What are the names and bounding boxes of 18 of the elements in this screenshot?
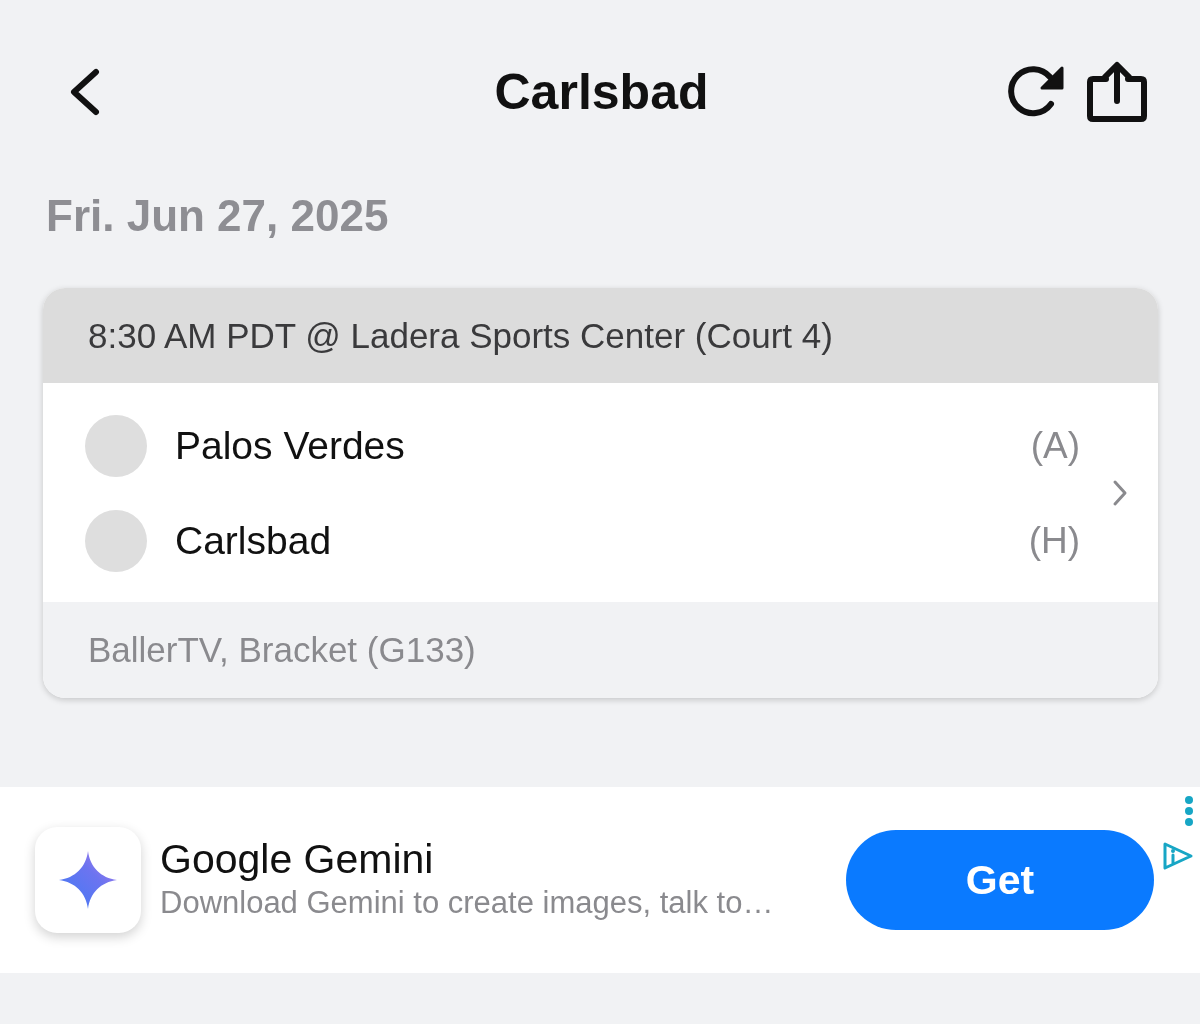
app-description: Download Gemini to create images, talk to…	[160, 884, 774, 921]
share-button[interactable]	[1086, 61, 1148, 123]
team-name: Palos Verdes	[175, 423, 406, 468]
date-heading: Fri. Jun 27, 2025	[46, 190, 390, 242]
app-name: Google Gemini	[160, 835, 434, 883]
get-button[interactable]: Get	[846, 830, 1154, 930]
time-location-text: 8:30 AM PDT @ Ladera Sports Center (Court 4)	[88, 315, 833, 356]
more-vertical-icon[interactable]	[1184, 795, 1194, 827]
broadcast-bracket-text: BallerTV, Bracket (G133)	[88, 630, 476, 670]
home-away-label: (A)	[1030, 424, 1080, 467]
ad-info-icon[interactable]	[1162, 841, 1194, 871]
share-icon	[1086, 61, 1148, 123]
sparkle-app-icon[interactable]	[35, 827, 141, 933]
team-name: Carlsbad	[175, 518, 333, 563]
page-title: Carlsbad	[493, 63, 710, 121]
home-away-label: (H)	[1028, 519, 1080, 562]
game-card[interactable]: 8:30 AM PDT @ Ladera Sports Center (Court 4) Palos Verdes (A) Carlsbad (H) BallerTV, Bracket (G133)	[43, 288, 1158, 698]
chevron-right-icon	[1112, 479, 1128, 507]
